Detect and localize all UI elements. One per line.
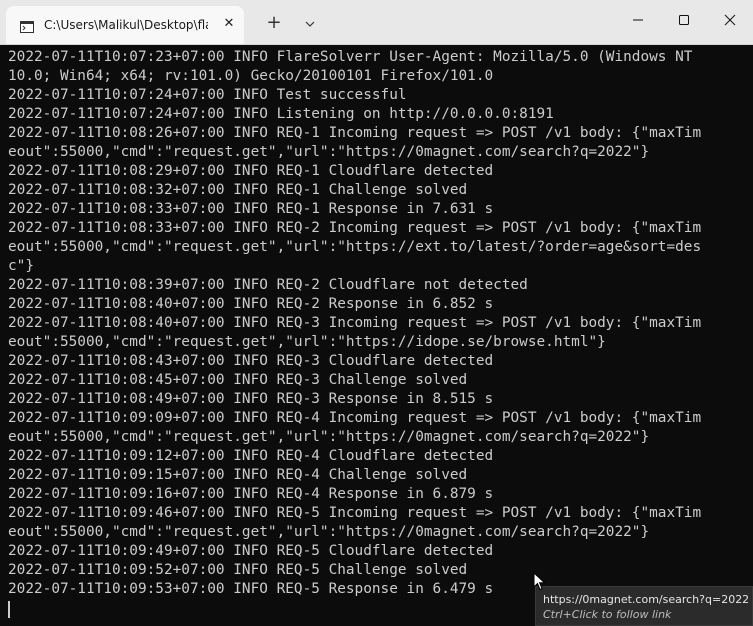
tooltip-url: https://0magnet.com/search?q=2022 [543,593,750,606]
console-line: eout":55000,"cmd":"request.get","url":"h… [8,144,650,160]
console-line: 2022-07-11T10:07:24+07:00 INFO Test succ… [8,87,407,103]
console-line: 2022-07-11T10:08:49+07:00 INFO REQ-3 Res… [8,391,494,407]
maximize-button[interactable] [661,0,707,40]
console-line: 2022-07-11T10:09:16+07:00 INFO REQ-4 Res… [8,486,494,502]
close-button[interactable] [707,0,753,40]
console-line: 2022-07-11T10:09:09+07:00 INFO REQ-4 Inc… [8,410,702,426]
console-line: 2022-07-11T10:08:33+07:00 INFO REQ-2 Inc… [8,220,702,236]
link-tooltip: https://0magnet.com/search?q=2022 Ctrl+C… [535,586,753,626]
minimize-icon [633,19,643,21]
console-line: 2022-07-11T10:08:29+07:00 INFO REQ-1 Clo… [8,163,494,179]
mouse-pointer-icon [533,572,546,591]
console-line: 2022-07-11T10:09:12+07:00 INFO REQ-4 Clo… [8,448,494,464]
console-line: 2022-07-11T10:07:23+07:00 INFO FlareSolv… [8,49,693,65]
tab-dropdown-button[interactable] [298,12,322,36]
terminal-window: C:\Users\Malikul\Desktop\flaresolverr.ex… [0,0,753,626]
console-line: 2022-07-11T10:08:40+07:00 INFO REQ-3 Inc… [8,315,702,331]
console-line: 2022-07-11T10:08:32+07:00 INFO REQ-1 Cha… [8,182,468,198]
console-line: 2022-07-11T10:09:49+07:00 INFO REQ-5 Clo… [8,543,494,559]
chevron-down-icon [298,21,322,40]
tooltip-hint: Ctrl+Click to follow link [543,608,672,621]
console-line: eout":55000,"cmd":"request.get","url":"h… [8,239,702,255]
title-bar[interactable]: C:\Users\Malikul\Desktop\flaresolverr.ex… [0,0,753,45]
console-line: eout":55000,"cmd":"request.get","url":"h… [8,429,650,445]
console-line: 2022-07-11T10:08:43+07:00 INFO REQ-3 Clo… [8,353,494,369]
console-line: 2022-07-11T10:08:45+07:00 INFO REQ-3 Cha… [8,372,468,388]
tab-title: C:\Users\Malikul\Desktop\flaresolverr.ex… [44,18,208,32]
console-scrollbar[interactable] [743,45,753,626]
console-line: 2022-07-11T10:09:52+07:00 INFO REQ-5 Cha… [8,562,468,578]
console-output[interactable]: 2022-07-11T10:07:23+07:00 INFO FlareSolv… [8,48,732,618]
tab-flaresolverr[interactable]: C:\Users\Malikul\Desktop\flaresolverr.ex… [6,6,244,44]
minimize-button[interactable] [615,0,661,40]
console-line: eout":55000,"cmd":"request.get","url":"h… [8,524,650,540]
close-icon [724,14,736,26]
console-line: 10.0; Win64; x64; rv:101.0) Gecko/201001… [8,68,494,84]
terminal-icon [20,18,34,33]
maximize-icon [679,15,689,25]
new-tab-button[interactable]: + [262,12,286,36]
tab-close-icon[interactable]: ✕ [219,14,239,34]
console-line: 2022-07-11T10:08:40+07:00 INFO REQ-2 Res… [8,296,494,312]
console-line: 2022-07-11T10:08:39+07:00 INFO REQ-2 Clo… [8,277,528,293]
console-line: 2022-07-11T10:07:24+07:00 INFO Listening… [8,106,554,122]
console-line: eout":55000,"cmd":"request.get","url":"h… [8,334,606,350]
console-line: 2022-07-11T10:08:33+07:00 INFO REQ-1 Res… [8,201,494,217]
text-cursor [8,601,10,618]
console-line: 2022-07-11T10:09:15+07:00 INFO REQ-4 Cha… [8,467,468,483]
console-line: 2022-07-11T10:08:26+07:00 INFO REQ-1 Inc… [8,125,702,141]
console-line: c"} [8,258,34,274]
console-line: 2022-07-11T10:09:46+07:00 INFO REQ-5 Inc… [8,505,702,521]
